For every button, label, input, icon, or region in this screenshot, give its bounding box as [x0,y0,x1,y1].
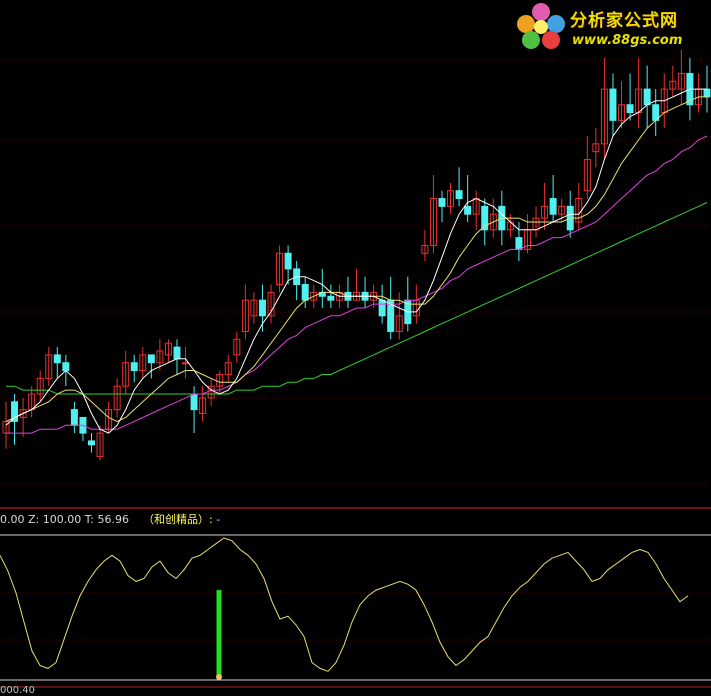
candle-body-down [609,88,617,121]
indicator-t-value: 56.96 [97,513,129,526]
candle-body-down [147,354,155,364]
candle-body-down [703,88,711,98]
candle-body-down [130,362,138,372]
candle-body-up [182,362,190,365]
indicator-formula-tail: - [216,513,221,526]
indicator-prefix-value: 0.00 [0,513,25,526]
candle-body-down [87,440,95,446]
candle-body-down [70,409,78,426]
indicator-z-value: 100.00 [42,513,82,526]
indicator-header: 0.00 Z: 100.00 T: 56.96 （和创精品）: - [0,511,220,527]
watermark-logo: 分析家公式网 www.88gs.com [512,0,711,56]
candle-body-down [464,205,472,215]
candle-body-down [53,354,61,364]
signal-marker [216,674,222,680]
flower-logo-icon [517,3,565,49]
candle-body-down [549,198,557,215]
candle-body-down [173,346,181,360]
chart-canvas [0,0,711,694]
signal-bar [216,590,222,676]
candle-body-down [327,295,335,301]
watermark-site-name: 分析家公式网 [570,11,678,31]
indicator-z-label: Z: [28,513,40,526]
candle-body-down [626,104,634,114]
candle-body-down [301,284,309,301]
indicator-formula-name: （和创精品）: [142,513,213,526]
candle-body-down [190,393,198,411]
indicator-t-label: T: [84,513,94,526]
candle-body-down [378,299,386,317]
candle-body-down [258,299,266,317]
candle-body-down [438,198,446,207]
watermark-site-url: www.88gs.com [572,33,683,48]
candle-body-down [643,88,651,106]
candle-body-down [455,190,463,200]
indicator-bottom-value: 000.40 [0,685,35,696]
candle-body-down [62,362,70,372]
candle-body-down [284,252,292,270]
candle-body-down [515,237,523,250]
